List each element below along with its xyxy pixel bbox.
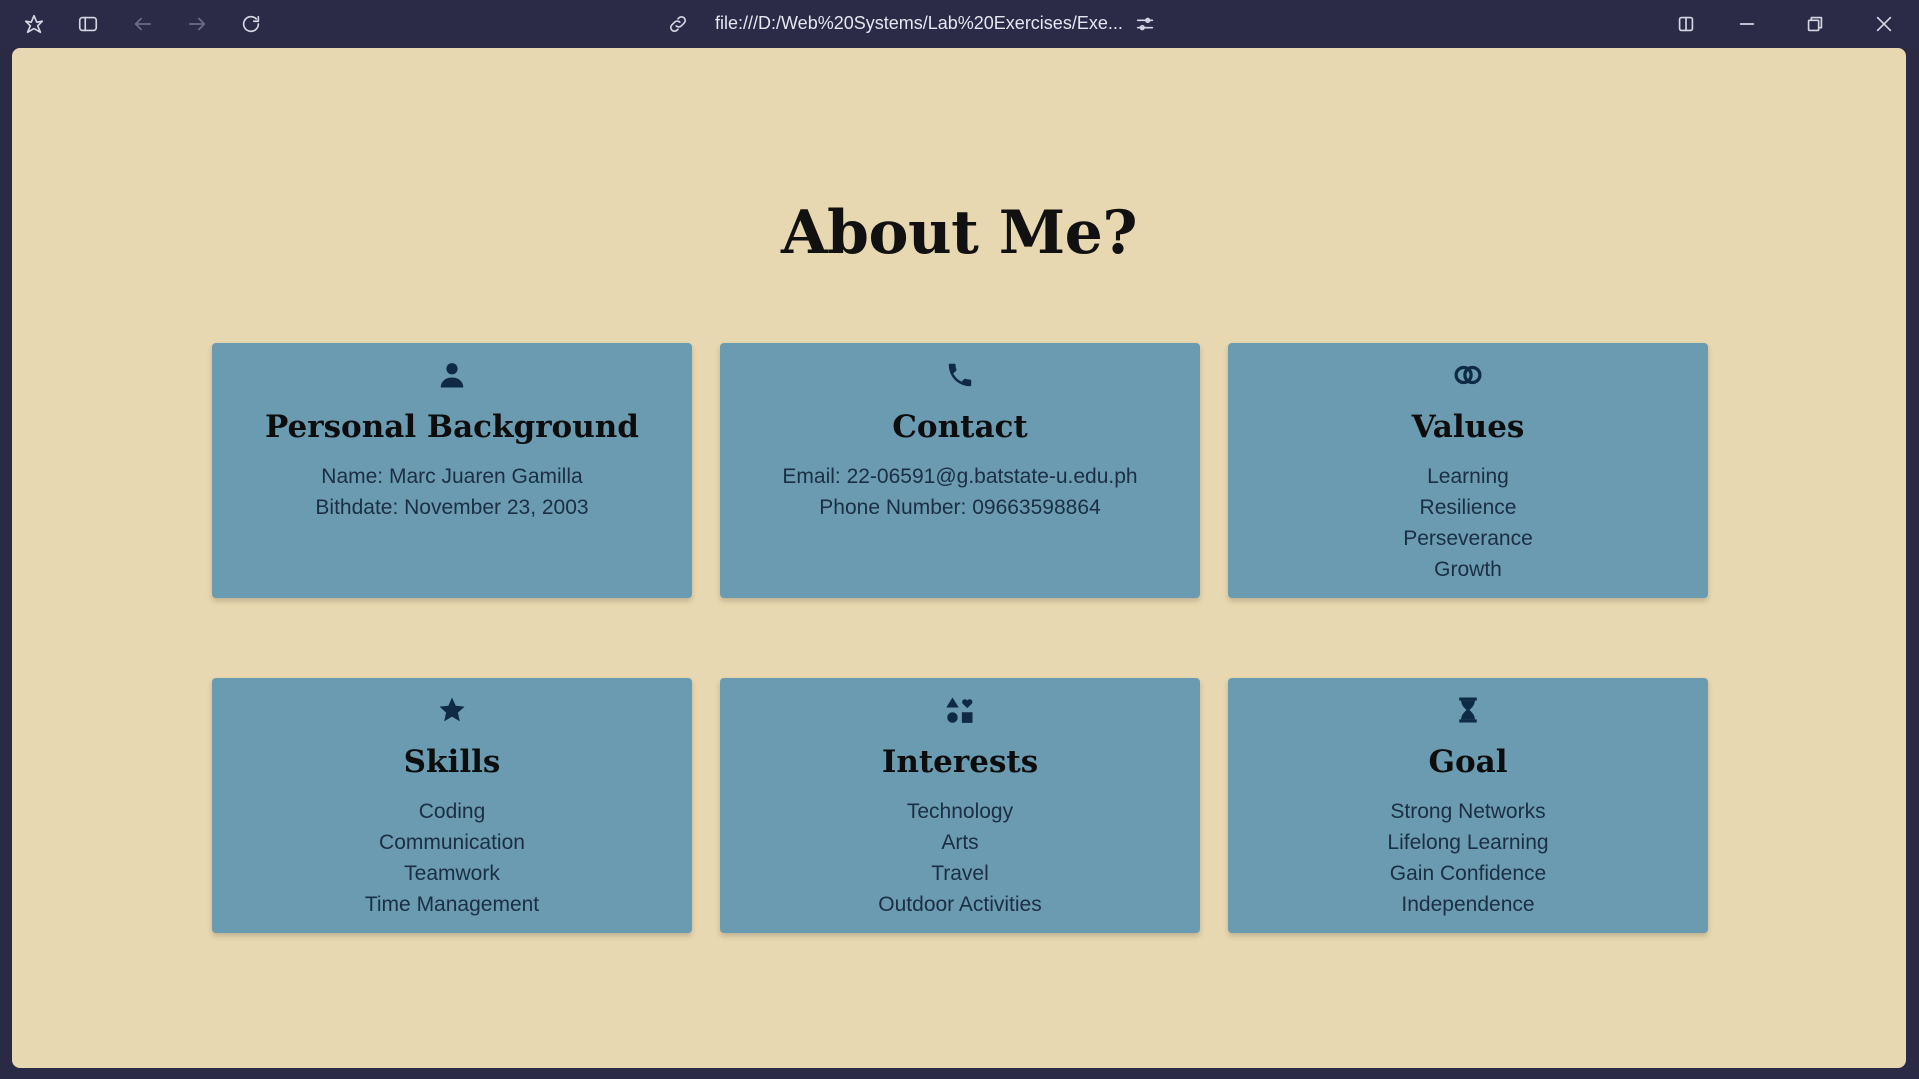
address-bar-url[interactable]: file:///D:/Web%20Systems/Lab%20Exercises… <box>715 13 1123 35</box>
card-line: Growth <box>1434 558 1502 581</box>
browser-toolbar: file:///D:/Web%20Systems/Lab%20Exercises… <box>0 0 1919 48</box>
card-line: Learning <box>1427 465 1509 488</box>
card-title: Goal <box>1428 744 1508 780</box>
hourglass-icon <box>1228 694 1708 726</box>
card-line: Communication <box>379 831 525 854</box>
minimize-icon[interactable] <box>1733 10 1761 38</box>
reload-icon[interactable] <box>237 10 265 38</box>
card-line: Perseverance <box>1403 527 1533 550</box>
card-title: Personal Background <box>265 409 639 445</box>
back-arrow-icon[interactable] <box>129 10 157 38</box>
phone-icon <box>720 359 1200 391</box>
browser-logo-icon[interactable] <box>20 10 48 38</box>
card-line: Email: 22-06591@g.batstate-u.edu.ph <box>782 465 1138 488</box>
card-line: Independence <box>1401 893 1535 916</box>
split-view-icon[interactable] <box>1672 10 1700 38</box>
sidebar-toggle-icon[interactable] <box>74 10 102 38</box>
card-line: Travel <box>931 862 989 885</box>
card-contact: Contact Email: 22-06591@g.batstate-u.edu… <box>720 343 1200 598</box>
card-line: Time Management <box>364 893 540 916</box>
card-line: Strong Networks <box>1390 800 1546 823</box>
site-settings-icon[interactable] <box>1131 10 1159 38</box>
card-skills: Skills Coding Communication Teamwork Tim… <box>212 678 692 933</box>
restore-icon[interactable] <box>1801 10 1829 38</box>
link-icon[interactable] <box>664 10 692 38</box>
card-line: Coding <box>418 800 486 823</box>
card-line: Resilience <box>1419 496 1517 519</box>
card-line: Teamwork <box>404 862 500 885</box>
card-line: Bithdate: November 23, 2003 <box>315 496 589 519</box>
card-line: Name: Marc Juaren Gamilla <box>321 465 583 488</box>
page-title: About Me? <box>781 198 1138 269</box>
card-title: Interests <box>881 744 1039 780</box>
card-line: Phone Number: 09663598864 <box>819 496 1101 519</box>
card-title: Values <box>1411 409 1525 445</box>
shapes-icon <box>720 694 1200 726</box>
star-icon <box>212 694 692 726</box>
card-title: Skills <box>403 744 501 780</box>
card-title: Contact <box>892 409 1028 445</box>
card-goal: Goal Strong Networks Lifelong Learning G… <box>1228 678 1708 933</box>
card-line: Arts <box>941 831 979 854</box>
card-line: Technology <box>906 800 1014 823</box>
person-icon <box>212 359 692 391</box>
interlocking-rings-icon <box>1228 359 1708 391</box>
card-values: Values Learning Resilience Perseverance … <box>1228 343 1708 598</box>
card-line: Outdoor Activities <box>878 893 1042 916</box>
card-line: Lifelong Learning <box>1387 831 1549 854</box>
page-viewport: About Me? Personal Background Name: Marc… <box>12 48 1906 1068</box>
card-interests: Interests Technology Arts Travel Outdoor… <box>720 678 1200 933</box>
close-icon[interactable] <box>1870 10 1898 38</box>
card-line: Gain Confidence <box>1389 862 1547 885</box>
card-personal-background: Personal Background Name: Marc Juaren Ga… <box>212 343 692 598</box>
forward-arrow-icon[interactable] <box>183 10 211 38</box>
